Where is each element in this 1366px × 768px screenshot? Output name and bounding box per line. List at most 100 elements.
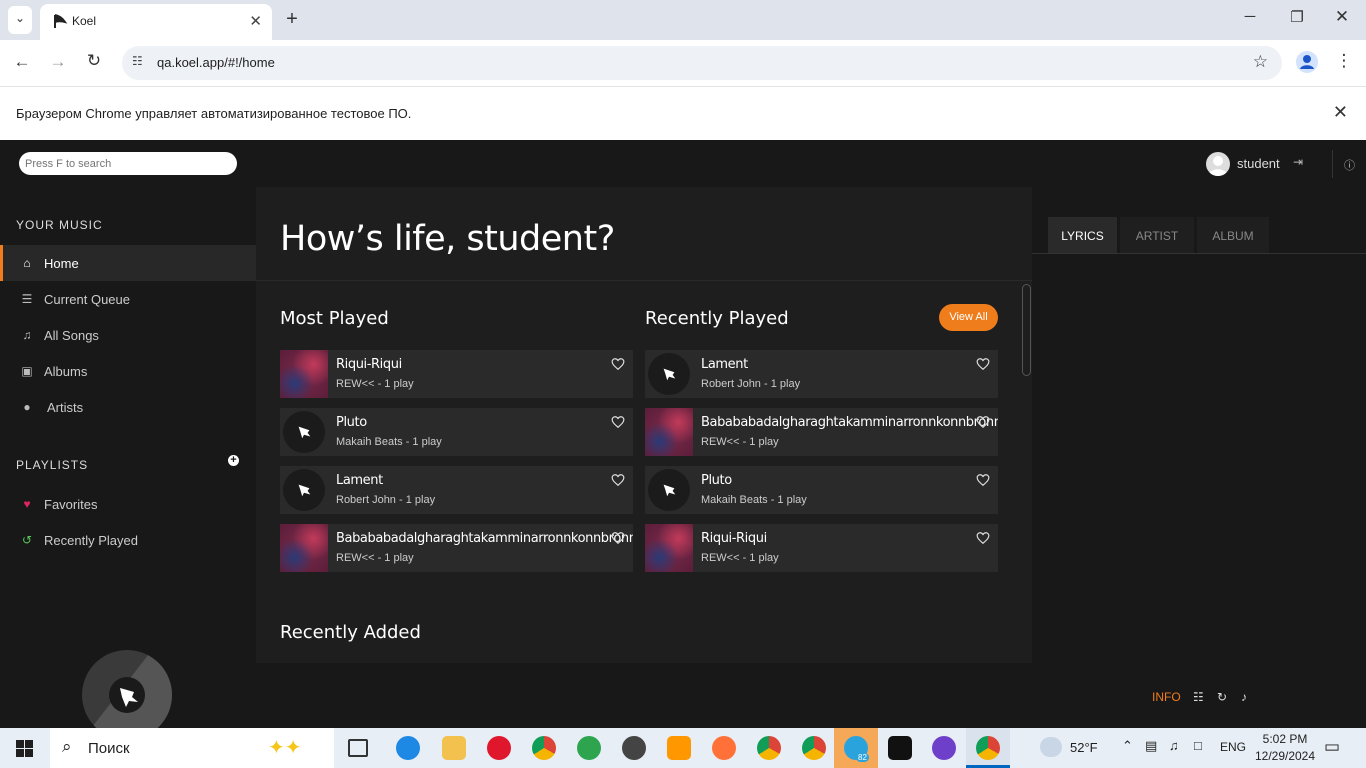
browser-menu-icon[interactable]: ⋮: [1332, 51, 1356, 71]
github-desktop-icon[interactable]: [932, 736, 956, 760]
song-thumbnail[interactable]: [645, 408, 693, 456]
song-artist[interactable]: Makaih Beats: [336, 436, 403, 448]
song-thumbnail[interactable]: [280, 350, 328, 398]
window-close-button[interactable]: ✕: [1330, 7, 1354, 27]
song-card[interactable]: Pluto Makaih Beats - 1 play: [645, 466, 998, 514]
sidebar-item-albums[interactable]: ▣ Albums: [0, 353, 256, 389]
app-icon[interactable]: [622, 736, 646, 760]
network-icon[interactable]: ▤: [1145, 738, 1157, 754]
new-tab-button[interactable]: +: [280, 8, 304, 31]
main-scrollbar[interactable]: [1022, 284, 1031, 376]
file-explorer-icon[interactable]: [442, 736, 466, 760]
sidebar-item-all-songs[interactable]: ♫ All Songs: [0, 317, 256, 353]
song-card[interactable]: Babababadalgharaghtakamminarronnkonnbron…: [280, 524, 633, 572]
speaker-icon[interactable]: ♫: [1169, 738, 1179, 753]
sidebar-item-home[interactable]: ⌂ Home: [0, 245, 256, 281]
tab-artist[interactable]: ARTIST: [1120, 217, 1194, 253]
info-toggle-icon[interactable]: ⓘ: [1332, 150, 1366, 178]
taskbar-clock[interactable]: 5:02 PM 12/29/2024: [1252, 731, 1318, 765]
song-artist[interactable]: Robert John: [701, 378, 761, 390]
profile-avatar-icon[interactable]: [1296, 51, 1318, 73]
song-card[interactable]: Lament Robert John - 1 play: [645, 350, 998, 398]
song-thumbnail[interactable]: [280, 408, 328, 456]
forward-button[interactable]: →: [46, 52, 70, 72]
song-artist[interactable]: REW<<: [701, 436, 740, 448]
like-heart-icon[interactable]: [611, 357, 625, 371]
like-heart-icon[interactable]: [611, 531, 625, 545]
song-artist[interactable]: REW<<: [701, 552, 740, 564]
sidebar-item-recently-played[interactable]: ↺ Recently Played: [0, 522, 256, 558]
task-view-icon[interactable]: [348, 739, 368, 757]
intellij-icon[interactable]: [888, 736, 912, 760]
active-chrome-slot[interactable]: [966, 728, 1010, 768]
chrome-profile-v-icon[interactable]: [802, 736, 826, 760]
song-artist[interactable]: REW<<: [336, 378, 375, 390]
address-bar[interactable]: ☷ qa.koel.app/#!/home ☆: [122, 46, 1282, 80]
song-card[interactable]: Pluto Makaih Beats - 1 play: [280, 408, 633, 456]
restore-button[interactable]: ❐: [1285, 8, 1309, 26]
song-title: Riqui-Riqui: [336, 357, 402, 372]
repeat-icon[interactable]: ↻: [1217, 690, 1227, 704]
like-heart-icon[interactable]: [976, 357, 990, 371]
weather-icon[interactable]: [1040, 737, 1062, 757]
sidebar-item-label: Current Queue: [44, 292, 130, 307]
song-thumbnail[interactable]: [280, 524, 328, 572]
like-heart-icon[interactable]: [976, 473, 990, 487]
display-icon[interactable]: □: [1194, 738, 1202, 753]
song-card[interactable]: Riqui-Riqui REW<< - 1 play: [645, 524, 998, 572]
song-artist[interactable]: REW<<: [336, 552, 375, 564]
logout-icon[interactable]: ⇥: [1293, 155, 1303, 169]
username-link[interactable]: student: [1237, 156, 1280, 171]
equalizer-icon[interactable]: ☷: [1193, 690, 1204, 704]
song-card[interactable]: Riqui-Riqui REW<< - 1 play: [280, 350, 633, 398]
song-artist[interactable]: Makaih Beats: [701, 494, 768, 506]
chrome-icon[interactable]: [532, 736, 556, 760]
firefox-icon[interactable]: [712, 736, 736, 760]
notifications-icon[interactable]: ▭: [1324, 737, 1340, 757]
minimize-button[interactable]: ─: [1238, 8, 1262, 25]
sidebar-item-artists[interactable]: ● Artists: [0, 389, 256, 425]
infobar-close-icon[interactable]: ✕: [1333, 102, 1348, 123]
avatar[interactable]: [1206, 152, 1230, 176]
tab-album[interactable]: ALBUM: [1197, 217, 1269, 253]
edge-dev-icon[interactable]: [577, 736, 601, 760]
song-thumbnail[interactable]: [645, 350, 693, 398]
like-heart-icon[interactable]: [611, 473, 625, 487]
music-note-icon: ♫: [22, 328, 32, 342]
sidebar-item-current-queue[interactable]: ☰ Current Queue: [0, 281, 256, 317]
tray-chevron-icon[interactable]: ⌃: [1122, 738, 1133, 754]
album-cover-disc[interactable]: [82, 650, 172, 740]
add-playlist-icon[interactable]: +: [228, 455, 239, 466]
reload-button[interactable]: ↻: [82, 51, 106, 71]
song-thumbnail[interactable]: [645, 466, 693, 514]
tab-close-icon[interactable]: ✕: [249, 12, 262, 30]
like-heart-icon[interactable]: [611, 415, 625, 429]
like-heart-icon[interactable]: [976, 531, 990, 545]
browser-tab[interactable]: Koel ✕: [40, 4, 272, 40]
song-thumbnail[interactable]: [280, 466, 328, 514]
info-label[interactable]: INFO: [1152, 690, 1181, 704]
bookmark-star-icon[interactable]: ☆: [1253, 52, 1268, 72]
tab-search-button[interactable]: ⌄: [8, 6, 32, 34]
chrome-profile-b-icon[interactable]: [757, 736, 781, 760]
volume-icon[interactable]: ♪: [1241, 690, 1247, 704]
song-card[interactable]: Babababadalgharaghtakamminarronnkonnbron…: [645, 408, 998, 456]
sublime-icon[interactable]: [667, 736, 691, 760]
language-indicator[interactable]: ENG: [1220, 740, 1246, 754]
telegram-taskbar-slot[interactable]: 82: [834, 728, 878, 768]
edge-icon[interactable]: [396, 736, 420, 760]
search-input[interactable]: [19, 152, 237, 175]
song-thumbnail[interactable]: [645, 524, 693, 572]
back-button[interactable]: ←: [10, 52, 34, 72]
song-card[interactable]: Lament Robert John - 1 play: [280, 466, 633, 514]
windows-start-icon[interactable]: [16, 740, 33, 757]
taskbar-search[interactable]: ⌕ Поиск ✦✦: [50, 728, 334, 768]
song-artist[interactable]: Robert John: [336, 494, 396, 506]
view-all-button[interactable]: View All: [939, 304, 998, 331]
like-heart-icon[interactable]: [976, 415, 990, 429]
sidebar-item-favorites[interactable]: ♥ Favorites: [0, 486, 256, 522]
tab-lyrics[interactable]: LYRICS: [1048, 217, 1117, 253]
opera-icon[interactable]: [487, 736, 511, 760]
site-settings-icon[interactable]: ☷: [132, 54, 143, 68]
weather-temperature[interactable]: 52°F: [1070, 740, 1098, 755]
